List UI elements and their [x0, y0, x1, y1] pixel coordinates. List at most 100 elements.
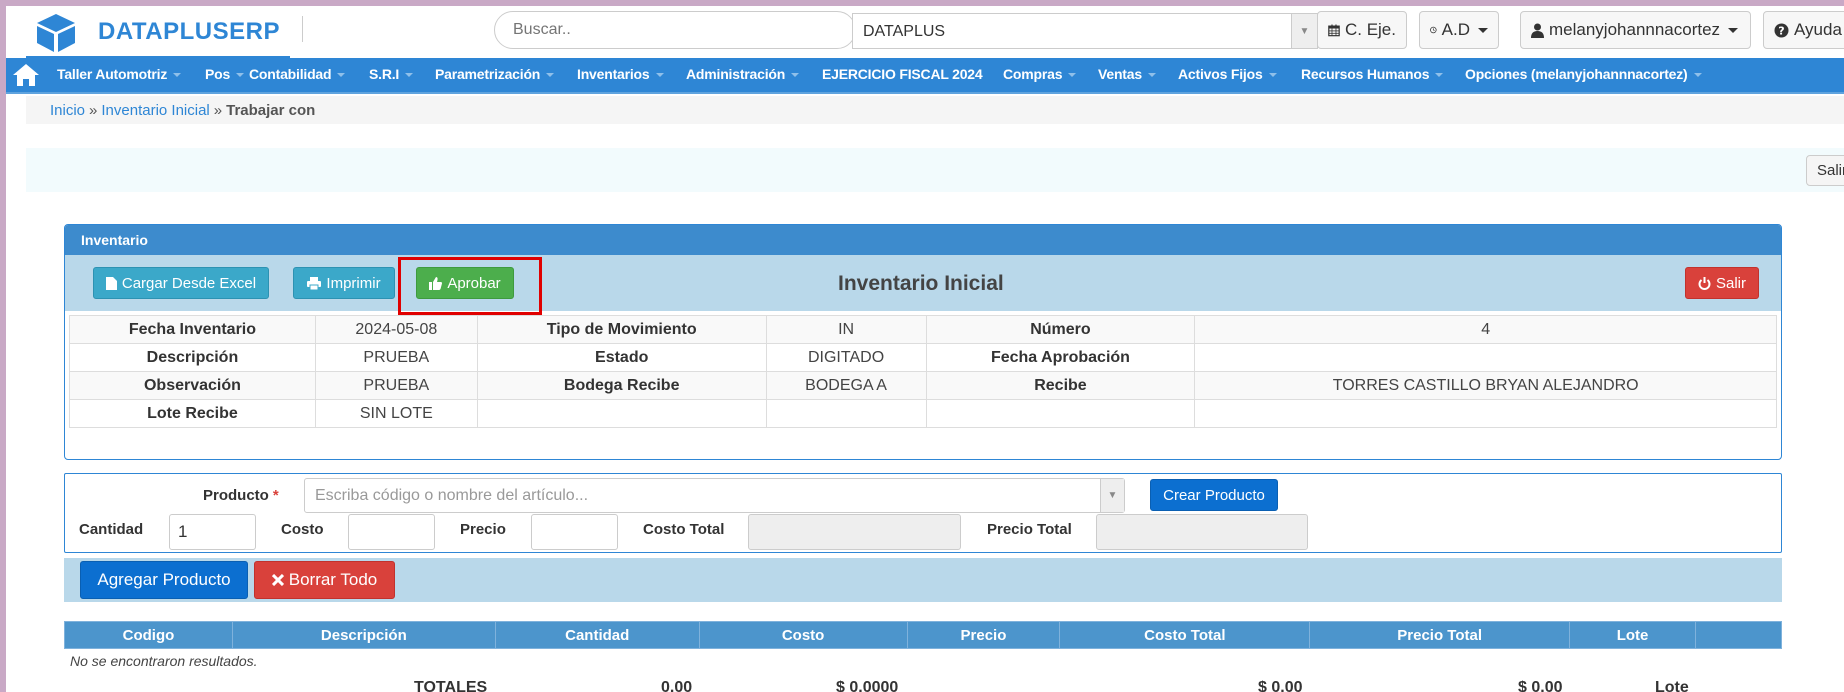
tipo-movimiento-label: Tipo de Movimiento	[476, 315, 767, 344]
nav-item-inventarios[interactable]: Inventarios	[577, 66, 664, 82]
nav-item-pos[interactable]: Pos	[205, 66, 245, 82]
chevron-down-icon[interactable]: ▼	[1291, 14, 1317, 48]
user-icon	[1531, 23, 1544, 38]
column-header-costo[interactable]: Costo	[698, 621, 908, 649]
empty-cell	[1194, 399, 1777, 428]
costo-label: Costo	[281, 521, 324, 538]
total-lote: Lote	[1655, 679, 1689, 692]
exit-button[interactable]: Salir	[1685, 267, 1759, 299]
nav-item-opciones[interactable]: Opciones (melanyjohannnacortez)	[1465, 66, 1702, 82]
question-circle-icon: ?	[1774, 23, 1789, 37]
precio-input[interactable]	[531, 514, 618, 550]
caret-down-icon	[1728, 27, 1739, 33]
nav-item-compras[interactable]: Compras	[1003, 66, 1077, 82]
caret-down-icon	[337, 73, 346, 78]
chevron-down-icon[interactable]: ▼	[1100, 479, 1124, 512]
total-costo: $ 0.0000	[836, 679, 899, 692]
totals-label: TOTALES	[414, 679, 488, 692]
nav-item-ejercicio-fiscal[interactable]: EJERCICIO FISCAL 2024	[822, 66, 983, 82]
create-product-button[interactable]: Crear Producto	[1150, 479, 1278, 511]
empty-cell	[765, 399, 927, 428]
precio-total-field	[1096, 514, 1308, 550]
nav-item-contabilidad[interactable]: Contabilidad	[249, 66, 346, 82]
print-icon	[307, 276, 322, 290]
recibe-label: Recibe	[925, 371, 1196, 400]
cantidad-input[interactable]	[169, 514, 256, 550]
table-row: Observación PRUEBA Bodega Recibe BODEGA …	[69, 371, 1777, 400]
load-excel-button[interactable]: Cargar Desde Excel	[93, 267, 269, 299]
help-label: Ayuda	[1794, 20, 1842, 39]
column-header-costo-total[interactable]: Costo Total	[1059, 621, 1311, 649]
required-mark: *	[272, 487, 279, 504]
nav-item-activos-fijos[interactable]: Activos Fijos	[1178, 66, 1277, 82]
brand-name[interactable]: DATAPLUSERP	[98, 18, 280, 46]
costo-input[interactable]	[348, 514, 435, 550]
company-select[interactable]: DATAPLUS ▼	[852, 13, 1318, 49]
caret-down-icon	[173, 73, 182, 78]
empty-cell	[476, 399, 767, 428]
panel-heading: Inventario	[65, 225, 1781, 255]
nav-item-recursos-humanos[interactable]: Recursos Humanos	[1301, 66, 1444, 82]
nav-item-taller-automotriz[interactable]: Taller Automotriz	[57, 66, 182, 82]
bodega-recibe-label: Bodega Recibe	[476, 371, 767, 400]
nav-item-ventas[interactable]: Ventas	[1098, 66, 1156, 82]
table-row: Lote Recibe SIN LOTE	[69, 399, 1777, 428]
total-precio-total: $ 0.00	[1518, 679, 1563, 692]
file-icon	[105, 276, 117, 290]
column-header-precio-total[interactable]: Precio Total	[1309, 621, 1571, 649]
top-exit-button[interactable]: Salir	[1806, 155, 1844, 186]
column-header-codigo[interactable]: Codigo	[64, 621, 233, 649]
caret-down-icon	[236, 73, 245, 78]
clear-all-button[interactable]: Borrar Todo	[254, 561, 395, 599]
caret-down-icon	[1693, 73, 1702, 78]
clock-icon	[1430, 26, 1437, 34]
cantidad-label: Cantidad	[79, 521, 144, 538]
lote-recibe-label: Lote Recibe	[69, 399, 316, 428]
help-button[interactable]: ? Ayuda	[1763, 11, 1844, 49]
product-search-select[interactable]: Escriba código o nombre del artículo... …	[304, 478, 1125, 513]
tipo-movimiento-value: IN	[765, 315, 927, 344]
column-header-lote[interactable]: Lote	[1569, 621, 1696, 649]
lote-recibe-value: SIN LOTE	[314, 399, 478, 428]
observacion-value: PRUEBA	[314, 371, 478, 400]
table-row: Fecha Inventario 2024-05-08 Tipo de Movi…	[69, 315, 1777, 344]
window-frame-left	[0, 0, 6, 692]
numero-value: 4	[1194, 315, 1777, 344]
column-header-cantidad[interactable]: Cantidad	[494, 621, 700, 649]
home-icon[interactable]	[12, 62, 40, 88]
nav-item-parametrizacion[interactable]: Parametrización	[435, 66, 555, 82]
nav-item-sri[interactable]: S.R.I	[369, 66, 414, 82]
breadcrumb-home-link[interactable]: Inicio	[50, 102, 85, 119]
empty-results-message: No se encontraron resultados.	[70, 653, 258, 669]
app-header: DATAPLUSERP DATAPLUS ▼ C. Eje. A.D melan…	[6, 6, 1844, 58]
fiscal-year-label: C. Eje.	[1344, 20, 1396, 39]
search-input[interactable]	[494, 11, 856, 49]
total-cantidad: 0.00	[661, 679, 693, 692]
products-table: Codigo Descripción Cantidad Costo Precio…	[64, 621, 1782, 649]
inventory-details-table: Fecha Inventario 2024-05-08 Tipo de Movi…	[69, 315, 1777, 428]
fiscal-year-button[interactable]: C. Eje.	[1317, 11, 1407, 49]
header-divider	[302, 16, 303, 42]
estado-value: DIGITADO	[765, 343, 927, 372]
breadcrumb-parent-link[interactable]: Inventario Inicial	[101, 102, 209, 119]
table-row: Descripción PRUEBA Estado DIGITADO Fecha…	[69, 343, 1777, 372]
column-header-descripcion[interactable]: Descripción	[231, 621, 496, 649]
table-header-row: Codigo Descripción Cantidad Costo Precio…	[64, 621, 1782, 649]
close-icon	[271, 574, 284, 586]
caret-down-icon	[1478, 27, 1488, 33]
print-button[interactable]: Imprimir	[293, 267, 395, 299]
total-costo-total: $ 0.00	[1258, 679, 1303, 692]
costo-total-label: Costo Total	[643, 521, 725, 538]
column-header-actions	[1695, 621, 1782, 649]
fecha-aprobacion-value	[1194, 343, 1777, 372]
caret-down-icon	[1068, 73, 1077, 78]
approve-highlight-box	[398, 257, 542, 315]
user-dropdown-button[interactable]: melanyjohannnacortez	[1520, 11, 1751, 49]
nav-item-administracion[interactable]: Administración	[686, 66, 800, 82]
column-header-precio[interactable]: Precio	[906, 621, 1061, 649]
caret-down-icon	[1435, 73, 1444, 78]
observacion-label: Observación	[69, 371, 316, 400]
ad-dropdown-button[interactable]: A.D	[1419, 11, 1499, 49]
add-product-button[interactable]: Agregar Producto	[80, 561, 248, 599]
precio-label: Precio	[460, 521, 506, 538]
